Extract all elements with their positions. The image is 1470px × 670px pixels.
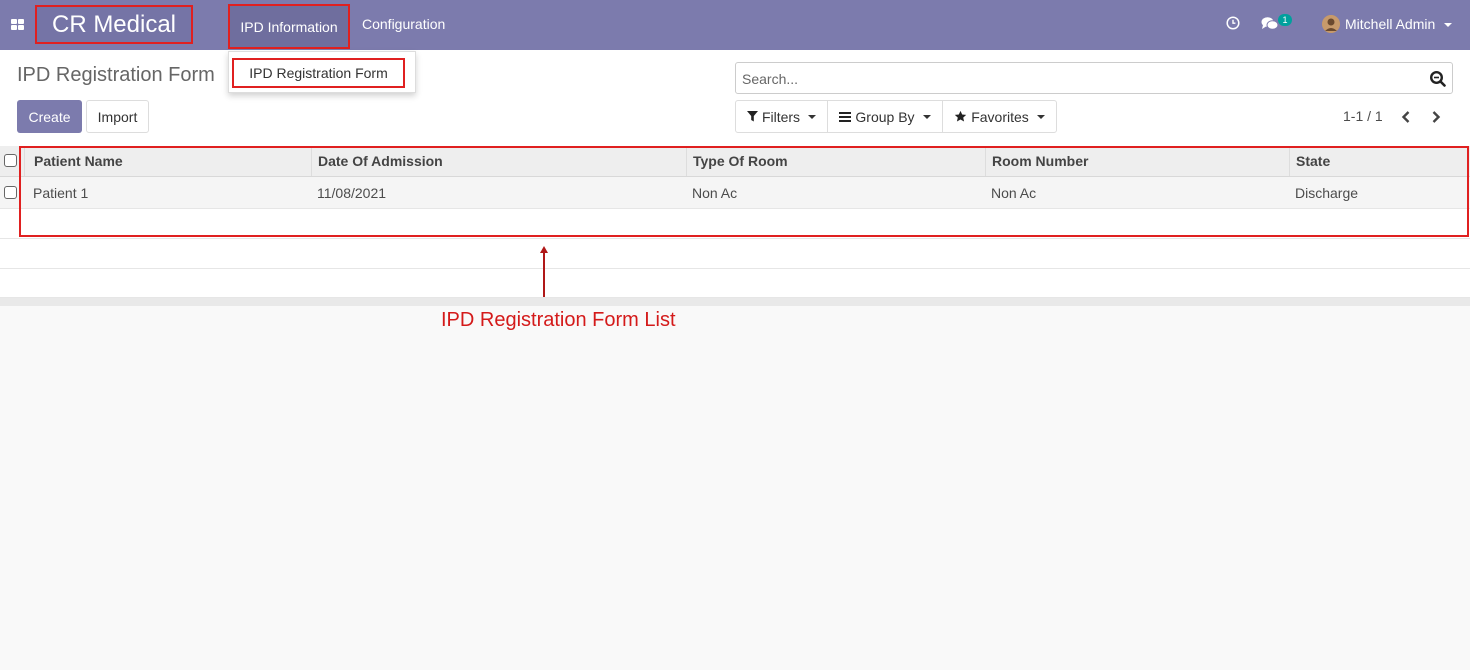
filters-button[interactable]: Filters (735, 100, 828, 133)
clock-icon[interactable] (1226, 16, 1240, 30)
chevron-left-icon[interactable] (1400, 110, 1412, 124)
favorites-button[interactable]: Favorites (942, 100, 1057, 133)
filters-label: Filters (761, 108, 801, 125)
favorites-label: Favorites (971, 108, 1029, 125)
create-button[interactable]: Create (17, 100, 82, 133)
empty-table-row (0, 239, 1470, 269)
list-bars-icon (839, 111, 852, 122)
pager-value[interactable]: 1-1 / 1 (1343, 108, 1383, 124)
chevron-down-icon (922, 114, 931, 119)
search-input[interactable] (742, 69, 1402, 89)
table-footer-divider (0, 298, 1470, 306)
import-button[interactable]: Import (86, 100, 149, 133)
messages-count-badge: 1 (1278, 14, 1292, 26)
menu-ipd-information[interactable]: IPD Information (228, 4, 350, 49)
user-menu-name[interactable]: Mitchell Admin (1345, 16, 1435, 32)
top-navbar: CR Medical IPD Information Configuration… (0, 0, 1470, 50)
page-title: IPD Registration Form (17, 64, 215, 86)
dropdown-item-ipd-registration-form[interactable]: IPD Registration Form (232, 58, 405, 88)
apps-grid-icon[interactable] (11, 19, 24, 30)
search-icon[interactable] (1429, 70, 1446, 87)
avatar[interactable] (1322, 15, 1340, 33)
annotation-arrow-line (543, 252, 545, 297)
chevron-down-icon (808, 114, 817, 119)
search-box (735, 62, 1453, 94)
annotation-highlight-box (19, 146, 1469, 237)
filter-icon (746, 111, 758, 122)
chevron-down-icon[interactable] (1444, 23, 1452, 27)
row-checkbox[interactable] (4, 186, 17, 199)
brand-name[interactable]: CR Medical (35, 5, 193, 44)
menu-configuration[interactable]: Configuration (362, 16, 445, 32)
empty-table-row (0, 269, 1470, 298)
chat-icon[interactable] (1261, 16, 1279, 32)
select-all-checkbox[interactable] (4, 154, 17, 167)
star-icon (955, 110, 967, 122)
group-by-button[interactable]: Group By (827, 100, 943, 133)
ipd-information-dropdown: IPD Registration Form (228, 51, 416, 93)
group-by-label: Group By (855, 108, 915, 125)
chevron-down-icon (1036, 114, 1045, 119)
chevron-right-icon[interactable] (1430, 110, 1442, 124)
annotation-label: IPD Registration Form List (441, 309, 676, 331)
